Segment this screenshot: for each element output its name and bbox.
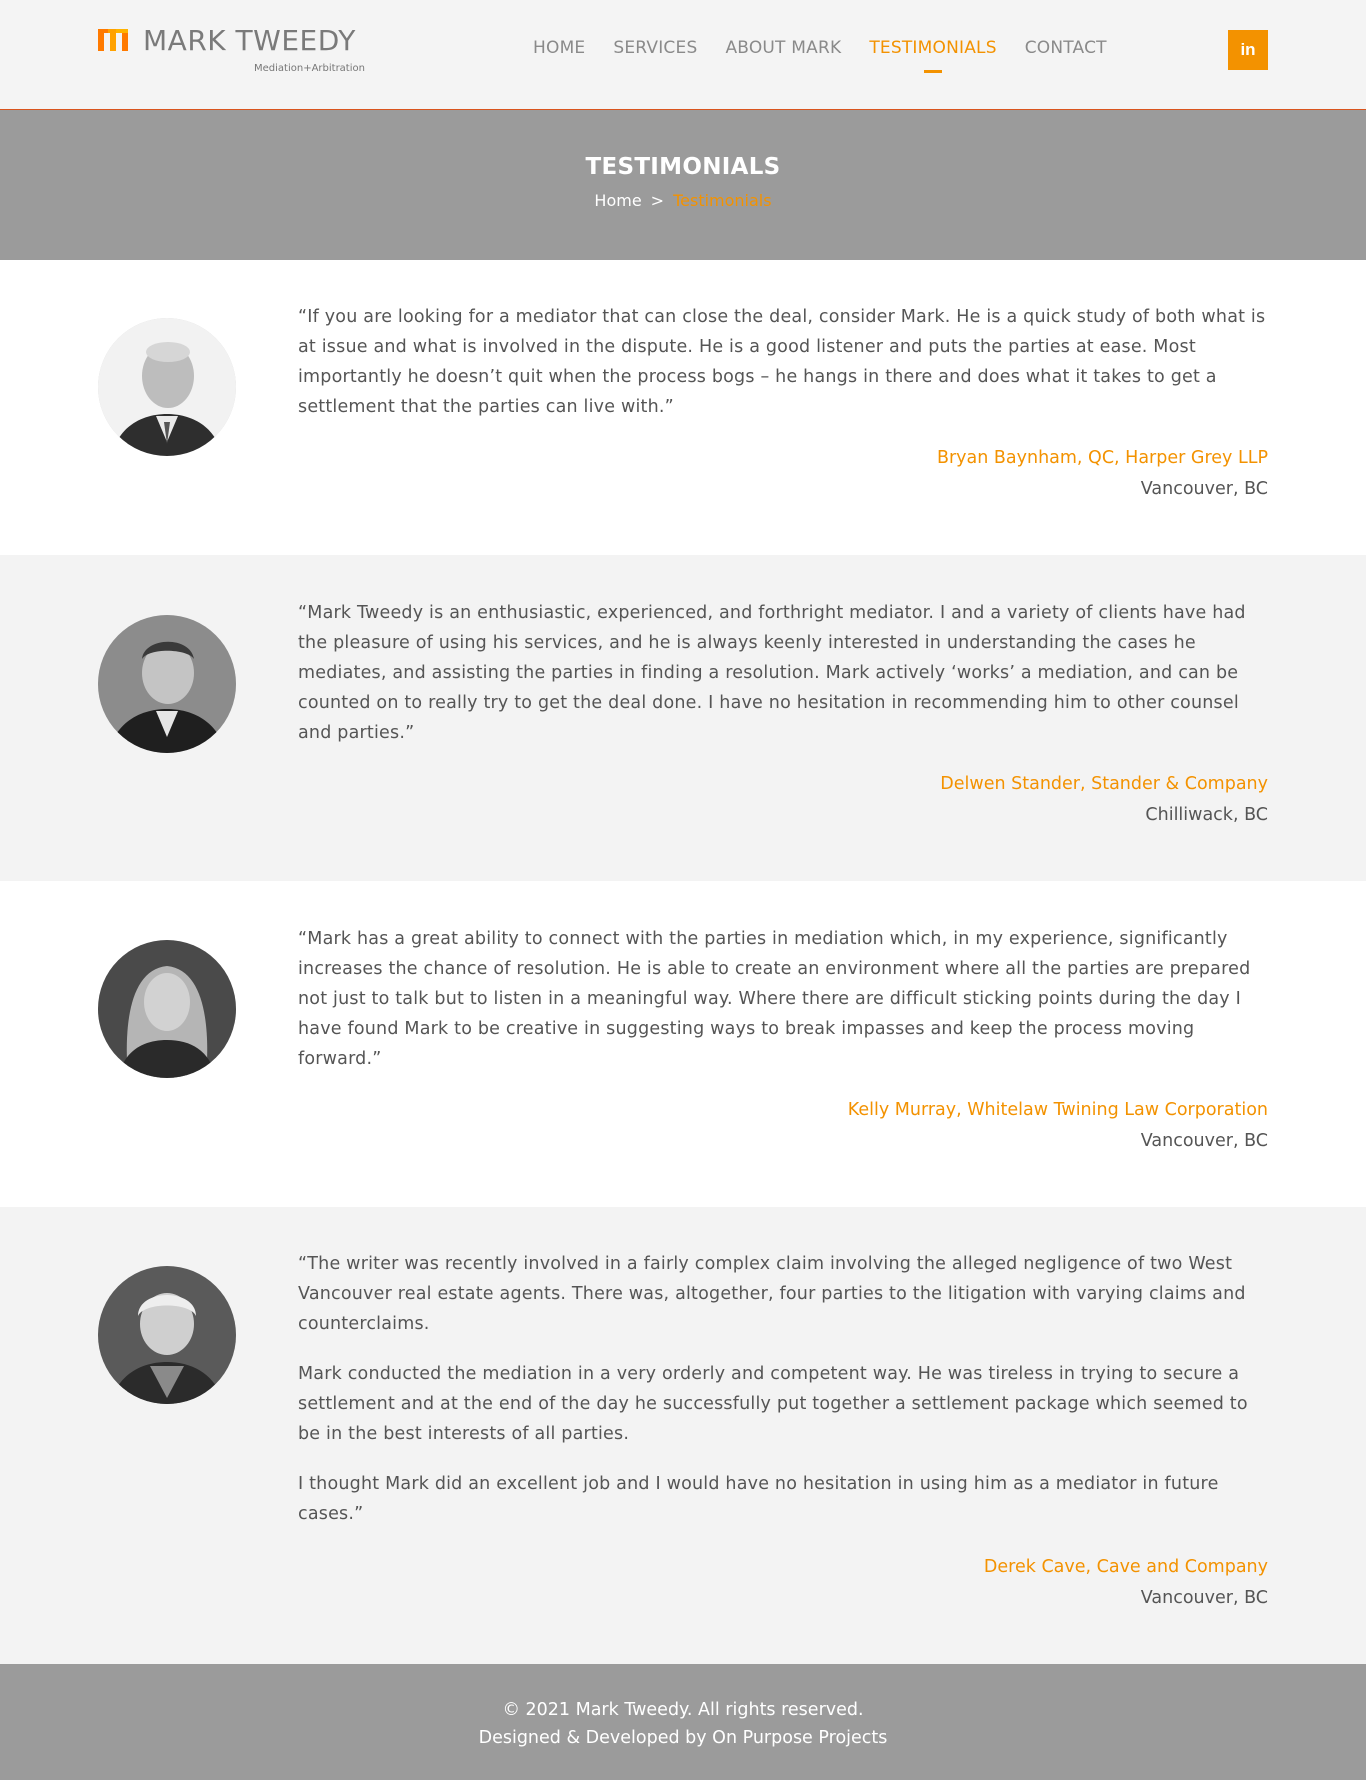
avatar [98, 318, 236, 456]
quote-paragraph: Mark conducted the mediation in a very o… [298, 1364, 1248, 1444]
quote-paragraph: “The writer was recently involved in a f… [298, 1254, 1246, 1334]
nav-services[interactable]: SERVICES [613, 38, 697, 58]
testimonial-card: “If you are looking for a mediator that … [0, 260, 1366, 555]
page-banner: TESTIMONIALS Home > Testimonials [0, 110, 1366, 260]
testimonial-author: Kelly Murray, Whitelaw Twining Law Corpo… [847, 1100, 1268, 1120]
avatar [98, 940, 236, 1078]
testimonial-location: Chilliwack, BC [1145, 805, 1268, 825]
testimonial-quote: “If you are looking for a mediator that … [298, 302, 1268, 422]
testimonial-quote: “Mark Tweedy is an enthusiastic, experie… [298, 598, 1268, 748]
quote-paragraph: “Mark Tweedy is an enthusiastic, experie… [298, 603, 1246, 743]
site-footer: © 2021 Mark Tweedy. All rights reserved.… [0, 1664, 1366, 1780]
footer-credit-link[interactable]: Designed & Developed by On Purpose Proje… [0, 1724, 1366, 1752]
logo-tagline: Mediation+Arbitration [254, 63, 365, 74]
testimonial-card: “The writer was recently involved in a f… [0, 1207, 1366, 1664]
testimonial-location: Vancouver, BC [1140, 479, 1268, 499]
page-title: TESTIMONIALS [585, 154, 781, 180]
nav-home[interactable]: HOME [533, 38, 585, 58]
testimonial-quote: “Mark has a great ability to connect wit… [298, 924, 1268, 1074]
testimonial-author: Bryan Baynham, QC, Harper Grey LLP [936, 448, 1268, 468]
linkedin-icon[interactable]: in [1228, 30, 1268, 70]
site-header: MARK TWEEDY Mediation+Arbitration HOME S… [0, 0, 1366, 110]
logo-icon [98, 29, 134, 53]
nav-testimonials[interactable]: TESTIMONIALS [869, 38, 997, 73]
footer-copyright: © 2021 Mark Tweedy. All rights reserved. [502, 1700, 864, 1720]
logo-name: MARK TWEEDY [143, 24, 356, 57]
nav-contact[interactable]: CONTACT [1025, 38, 1107, 58]
testimonial-quote: “The writer was recently involved in a f… [298, 1249, 1268, 1529]
site-logo[interactable]: MARK TWEEDY Mediation+Arbitration [98, 24, 388, 76]
testimonial-location: Vancouver, BC [1140, 1131, 1268, 1151]
breadcrumb-current: Testimonials [673, 191, 772, 210]
quote-paragraph: “Mark has a great ability to connect wit… [298, 929, 1251, 1069]
testimonial-card: “Mark has a great ability to connect wit… [0, 881, 1366, 1207]
quote-paragraph: I thought Mark did an excellent job and … [298, 1474, 1219, 1524]
avatar [98, 1266, 236, 1404]
testimonial-card: “Mark Tweedy is an enthusiastic, experie… [0, 555, 1366, 881]
avatar [98, 615, 236, 753]
testimonial-location: Vancouver, BC [1140, 1588, 1268, 1608]
quote-paragraph: “If you are looking for a mediator that … [298, 307, 1266, 417]
main-nav: HOME SERVICES ABOUT MARK TESTIMONIALS CO… [533, 38, 1135, 73]
testimonial-author: Derek Cave, Cave and Company [983, 1557, 1268, 1577]
breadcrumb: Home > Testimonials [0, 191, 1366, 210]
testimonial-author: Delwen Stander, Stander & Company [940, 774, 1268, 794]
breadcrumb-separator: > [650, 191, 665, 210]
breadcrumb-home[interactable]: Home [594, 191, 641, 210]
nav-about-mark[interactable]: ABOUT MARK [725, 38, 841, 58]
